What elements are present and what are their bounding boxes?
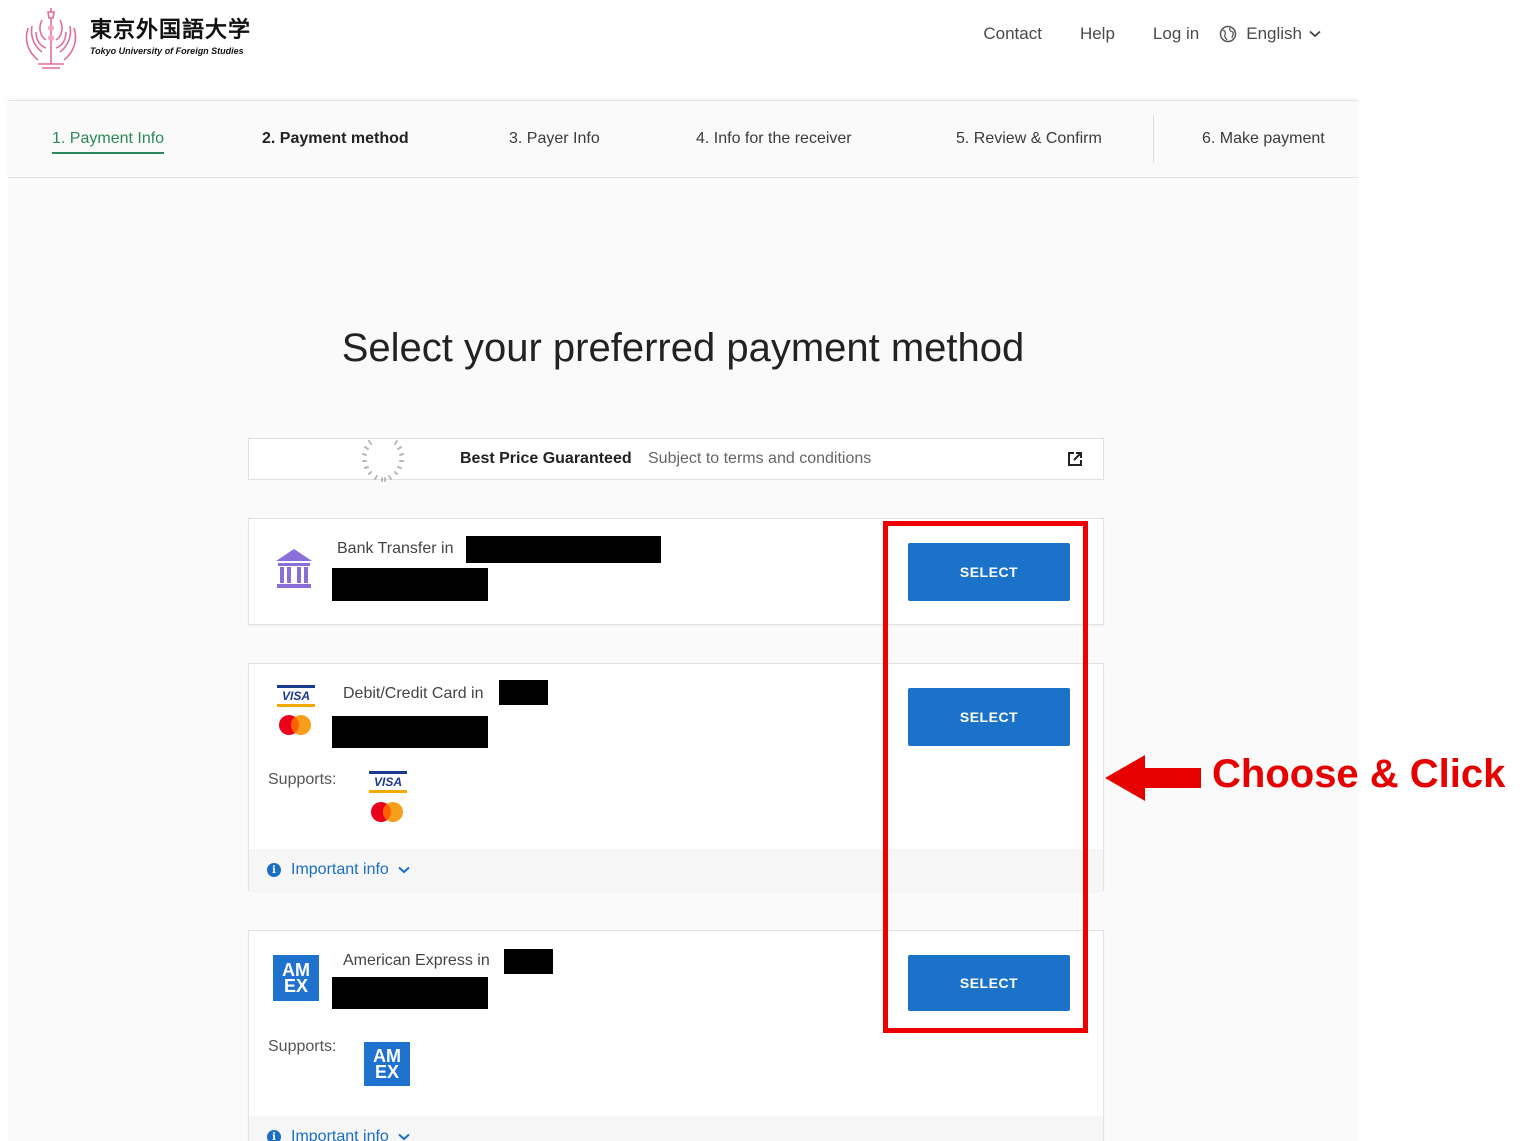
help-link[interactable]: Help (1080, 24, 1115, 44)
important-info-label: Important info (291, 861, 389, 878)
page-title: Select your preferred payment method (341, 326, 1025, 370)
visa-icon: VISA (277, 685, 315, 707)
redacted-currency (466, 536, 661, 563)
supports-label: Supports: (268, 1038, 337, 1055)
logo-text: 東京外国語大学 Tokyo University of Foreign Stud… (90, 12, 251, 56)
main-content: Select your preferred payment method Bes… (8, 178, 1358, 1141)
amex-text-bottom: EX (374, 1062, 399, 1082)
chevron-down-icon (1309, 30, 1321, 38)
amex-text-bottom: EX (283, 976, 308, 996)
amex-icon: AM EX (273, 955, 319, 1001)
university-emblem-icon (25, 8, 77, 69)
checkout-progress-steps: 1. Payment Info 2. Payment method 3. Pay… (8, 100, 1358, 178)
site-header: 東京外国語大学 Tokyo University of Foreign Stud… (0, 0, 1358, 100)
important-info-label: Important info (291, 1128, 389, 1141)
bank-transfer-label: Bank Transfer in (337, 540, 454, 557)
visa-icon: VISA (369, 771, 407, 793)
annotation-highlight-box (883, 521, 1088, 1033)
step-payment-info[interactable]: 1. Payment Info (52, 130, 165, 154)
login-link[interactable]: Log in (1153, 24, 1199, 44)
step-label: 1. Payment Info (52, 130, 165, 147)
redacted-amount (332, 977, 488, 1009)
language-label: English (1246, 24, 1302, 43)
redacted-currency (499, 680, 548, 705)
supports-label: Supports: (268, 771, 337, 788)
external-link-icon[interactable] (1067, 451, 1083, 467)
amex-icon: AM EX (364, 1042, 410, 1086)
important-info-toggle[interactable]: i Important info (249, 1116, 1103, 1141)
info-icon: i (267, 863, 281, 877)
top-navigation: Contact Help Log in English (945, 24, 1330, 44)
logo-english-name: Tokyo University of Foreign Studies (90, 46, 244, 56)
laurel-icon (362, 440, 404, 482)
mastercard-icon (371, 802, 403, 822)
contact-link[interactable]: Contact (983, 24, 1042, 44)
annotation-text: Choose & Click (1212, 752, 1506, 796)
logo-japanese-name: 東京外国語大学 (90, 17, 252, 43)
step-review-confirm: 5. Review & Confirm (956, 130, 1102, 147)
redacted-amount (332, 568, 488, 601)
redacted-amount (332, 716, 488, 748)
annotation-arrow-left-icon (1105, 755, 1201, 801)
bank-icon (276, 549, 312, 588)
language-selector[interactable]: English (1219, 24, 1330, 44)
debit-credit-card-label: Debit/Credit Card in (343, 685, 484, 702)
step-underline (52, 152, 165, 154)
chevron-down-icon (398, 866, 410, 874)
step-payer-info: 3. Payer Info (509, 130, 600, 147)
info-icon: i (267, 1130, 281, 1141)
american-express-label: American Express in (343, 952, 490, 969)
step-divider (1153, 115, 1154, 163)
step-payment-method: 2. Payment method (262, 130, 409, 147)
redacted-currency (504, 949, 553, 974)
chevron-down-icon (398, 1133, 410, 1141)
best-price-banner[interactable]: Best Price Guaranteed Subject to terms a… (248, 438, 1104, 482)
banner-subtext: Subject to terms and conditions (648, 450, 872, 467)
mastercard-icon (279, 715, 311, 735)
banner-heading: Best Price Guaranteed (460, 450, 632, 467)
globe-icon (1219, 25, 1237, 43)
step-make-payment: 6. Make payment (1202, 130, 1325, 147)
university-logo[interactable]: 東京外国語大学 Tokyo University of Foreign Stud… (22, 6, 251, 70)
step-receiver-info: 4. Info for the receiver (696, 130, 852, 147)
